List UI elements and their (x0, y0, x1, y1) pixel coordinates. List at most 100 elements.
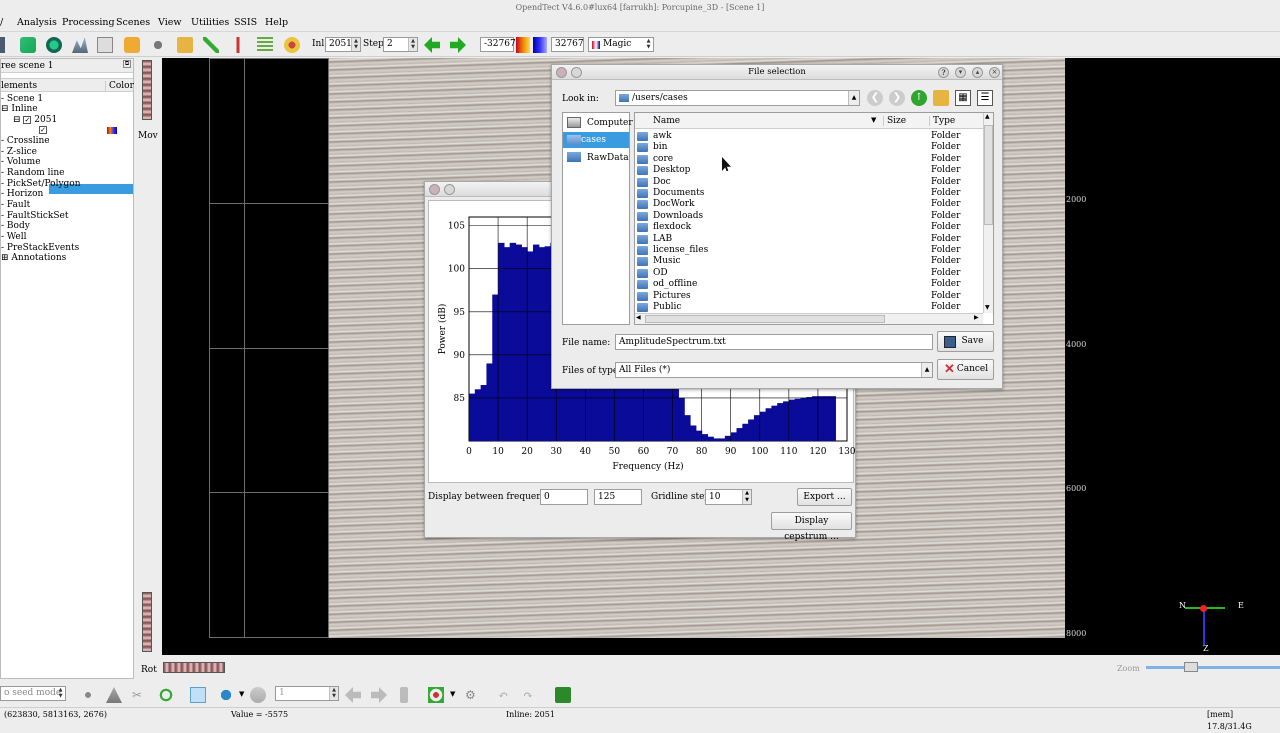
place-computer[interactable]: Computer (563, 115, 633, 130)
scroll-right-icon[interactable]: ▶ (974, 314, 979, 321)
tools-icon[interactable] (150, 37, 166, 53)
save-icon[interactable] (555, 687, 571, 703)
col-size[interactable]: Size (883, 116, 906, 126)
rot-thumbwheel[interactable] (163, 662, 225, 673)
plugin-icon[interactable] (284, 37, 300, 53)
tree-item-horizon[interactable]: - Horizon (1, 189, 43, 199)
export-button[interactable]: Export ... (797, 488, 852, 506)
place-rawdata[interactable]: RawData (563, 150, 629, 165)
freq-min-field[interactable]: 0 (540, 489, 588, 505)
settings-icon[interactable]: ⚙ (465, 687, 481, 703)
undo-icon[interactable]: ↶ (498, 687, 514, 703)
forward-icon[interactable]: ❯ (889, 90, 905, 106)
minimize-icon[interactable]: ▾ (955, 67, 966, 78)
file-row[interactable]: Documents Folder (635, 188, 981, 199)
tree-item-scene[interactable]: - Scene 1 (1, 94, 43, 104)
col-type[interactable]: Type (929, 116, 955, 126)
file-row[interactable]: Doc Folder (635, 177, 981, 188)
cut-icon[interactable]: ✂ (132, 687, 148, 703)
close-icon[interactable]: × (989, 67, 1000, 78)
m-icon[interactable] (177, 37, 193, 53)
window-menu-icon[interactable] (429, 184, 440, 195)
freq-max-field[interactable]: 125 (594, 489, 642, 505)
file-row[interactable]: core Folder (635, 154, 981, 165)
bar-icon[interactable] (400, 687, 408, 703)
file-row[interactable]: Public Folder (635, 302, 981, 313)
tree-item-faultstickset[interactable]: - FaultStickSet (1, 211, 68, 221)
back-icon[interactable]: ❮ (867, 90, 883, 106)
file-row[interactable]: Pictures Folder (635, 291, 981, 302)
manage-icon[interactable] (97, 37, 113, 53)
polygon-select-icon[interactable] (218, 687, 234, 703)
attribute-icon[interactable] (203, 37, 219, 53)
h-scrollbar-thumb[interactable] (645, 315, 885, 323)
window-menu-icon[interactable] (556, 67, 567, 78)
float-panel-icon[interactable]: ⧉ (123, 60, 131, 68)
tree-item-well[interactable]: - Well (1, 232, 27, 242)
window-pin-icon[interactable] (444, 184, 455, 195)
redo-icon[interactable]: ↷ (523, 687, 539, 703)
file-dialog-titlebar[interactable]: File selection (552, 65, 1002, 80)
tree-item-body[interactable]: - Body (1, 221, 30, 231)
seed-value-spinbox[interactable]: 1 ▲ ▼ (275, 686, 339, 701)
new-scene-icon[interactable] (20, 37, 36, 53)
arrow-right-icon[interactable] (450, 37, 466, 53)
tree-item-volume[interactable]: - Volume (1, 157, 41, 167)
vertical-thumbwheel[interactable] (142, 592, 152, 652)
back-arrow-icon[interactable] (345, 687, 361, 703)
file-type-combo[interactable]: All Files (*) ▲ (615, 362, 933, 378)
cursor-icon[interactable] (250, 687, 266, 703)
file-row[interactable]: Music Folder (635, 256, 981, 267)
file-row[interactable]: LAB Folder (635, 234, 981, 245)
spinbox-arrows-icon[interactable]: ▲ ▼ (742, 490, 751, 504)
menu-file-partial[interactable]: / (0, 17, 3, 28)
colortable-select[interactable]: Magic ▲ ▼ (588, 37, 654, 52)
gridline-step-spinbox[interactable]: 10 ▲ ▼ (705, 489, 752, 505)
track-icon[interactable] (106, 687, 122, 703)
menu-processing[interactable]: Processing (62, 17, 115, 28)
layers-icon[interactable] (257, 37, 273, 53)
look-in-combo[interactable]: /users/cases ▲ (615, 90, 860, 106)
file-name-input[interactable]: AmplitudeSpectrum.txt (615, 334, 933, 350)
save-button[interactable]: Save (937, 331, 994, 352)
window-pin-icon[interactable] (571, 67, 582, 78)
parent-directory-icon[interactable]: ↑ (911, 90, 927, 106)
chevron-down-icon[interactable]: ▼ (239, 690, 244, 698)
detail-view-icon[interactable]: ☰ (977, 90, 993, 106)
forward-arrow-icon[interactable] (371, 687, 387, 703)
select-area-icon[interactable] (190, 687, 206, 703)
pick-target-icon[interactable] (428, 687, 444, 703)
scroll-down-icon[interactable]: ▼ (985, 304, 990, 311)
seed-mode-select[interactable]: o seed mode ▲ ▼ (0, 686, 66, 701)
file-row[interactable]: bin Folder (635, 142, 981, 153)
menu-scenes[interactable]: Scenes (116, 17, 150, 28)
tree-item-randomline[interactable]: - Random line (1, 168, 65, 178)
tree-item-2051[interactable]: ⊟ ✓ 2051 (13, 115, 57, 125)
step-spinbox[interactable]: 2 ▲ ▼ (383, 37, 418, 52)
checkbox-2051[interactable]: ✓ (23, 116, 32, 124)
zoom-slider-handle[interactable] (1184, 662, 1198, 672)
tree-item-migrated[interactable]: ✓ Migrated (39, 125, 92, 135)
new-folder-icon[interactable] (933, 90, 949, 106)
scroll-up-icon[interactable]: ▲ (985, 113, 990, 120)
link-icon[interactable] (158, 687, 174, 703)
scrollbar-thumb[interactable] (984, 125, 993, 225)
horizontal-scrollbar[interactable]: ◀ ▶ (635, 313, 983, 324)
menu-view[interactable]: View (158, 17, 182, 28)
file-row[interactable]: awk Folder (635, 131, 981, 142)
place-cases[interactable]: cases (563, 132, 629, 148)
tree-item-prestackevents[interactable]: - PreStackEvents (1, 243, 79, 253)
well-icon[interactable] (230, 37, 246, 53)
object-icon[interactable] (46, 37, 62, 53)
vertical-scrollbar[interactable]: ▲ ▼ (983, 113, 993, 313)
cancel-button[interactable]: ✕ Cancel (937, 359, 994, 380)
menu-help[interactable]: Help (265, 17, 288, 28)
menu-ssis[interactable]: SSIS (234, 17, 257, 28)
tree-item-annotations[interactable]: ⊞ Annotations (1, 253, 66, 263)
ccb-icon[interactable] (124, 37, 140, 53)
range-max-field[interactable]: 32767 (551, 37, 584, 52)
checkbox-migrated[interactable]: ✓ (39, 126, 47, 134)
file-row[interactable]: OD Folder (635, 268, 981, 279)
tree-item-crossline[interactable]: - Crossline (1, 136, 50, 146)
file-row[interactable]: flexdock Folder (635, 222, 981, 233)
